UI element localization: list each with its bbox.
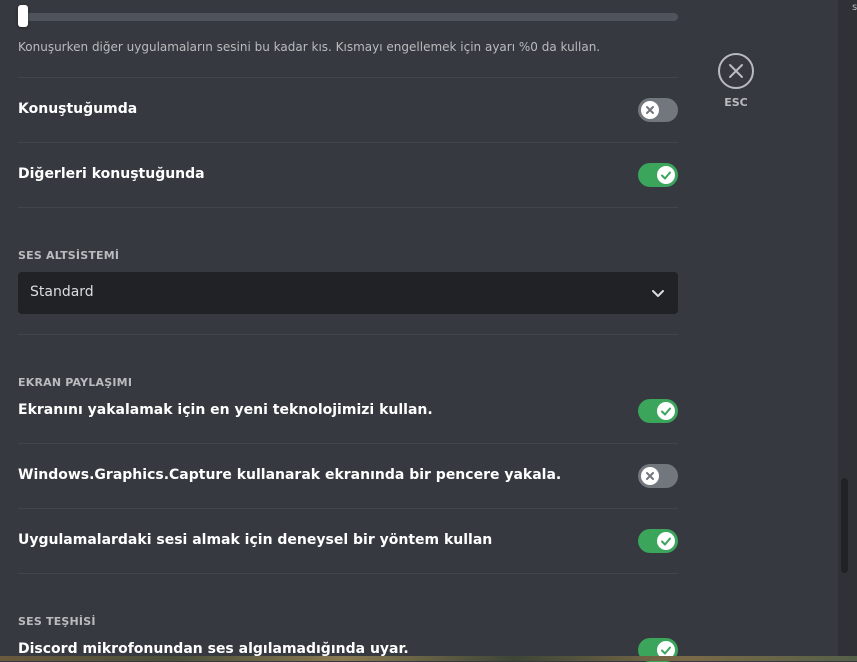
setting-label-experimental-app-audio: Uygulamalardaki sesi almak için deneysel… bbox=[18, 532, 493, 548]
edge-text: s bbox=[852, 2, 857, 13]
toggle-knob bbox=[641, 101, 659, 119]
ducking-note: Konuşurken diğer uygulamaların sesini bu… bbox=[18, 40, 601, 54]
divider bbox=[18, 508, 678, 509]
toggle-when-i-speak[interactable] bbox=[638, 98, 678, 122]
setting-label-mic-warning: Discord mikrofonundan ses algılamadığınd… bbox=[18, 641, 409, 657]
setting-label-latest-capture-tech: Ekranını yakalamak için en yeni teknoloj… bbox=[18, 402, 433, 418]
toggle-knob bbox=[641, 467, 659, 485]
esc-label: ESC bbox=[724, 96, 748, 109]
toggle-knob bbox=[657, 402, 675, 420]
setting-label-graphics-capture: Windows.Graphics.Capture kullanarak ekra… bbox=[18, 467, 562, 483]
close-icon bbox=[729, 64, 743, 78]
toggle-latest-capture-tech[interactable] bbox=[638, 399, 678, 423]
x-icon bbox=[646, 472, 654, 480]
close-button[interactable] bbox=[718, 53, 754, 89]
settings-content: Konuşurken diğer uygulamaların sesini bu… bbox=[0, 0, 700, 662]
toggle-knob bbox=[657, 166, 675, 184]
divider bbox=[18, 77, 678, 78]
background-strip bbox=[0, 656, 857, 661]
toggle-graphics-capture[interactable] bbox=[638, 464, 678, 488]
x-icon bbox=[646, 106, 654, 114]
toggle-knob bbox=[657, 532, 675, 550]
setting-label-when-others-speak: Diğerleri konuştuğunda bbox=[18, 166, 205, 182]
divider bbox=[18, 334, 678, 335]
scrollbar-thumb[interactable] bbox=[841, 478, 848, 573]
ducking-slider-handle[interactable] bbox=[18, 5, 28, 27]
divider bbox=[18, 443, 678, 444]
select-value: Standard bbox=[30, 284, 94, 300]
check-icon bbox=[661, 407, 671, 416]
section-title-audio-subsystem: SES ALTSİSTEMİ bbox=[18, 249, 120, 262]
toggle-experimental-app-audio[interactable] bbox=[638, 529, 678, 553]
check-icon bbox=[661, 171, 671, 180]
section-title-screen-share: EKRAN PAYLAŞIMI bbox=[18, 376, 133, 389]
ducking-slider-track[interactable] bbox=[18, 13, 678, 21]
audio-subsystem-select[interactable]: Standard bbox=[18, 272, 678, 314]
toggle-when-others-speak[interactable] bbox=[638, 163, 678, 187]
setting-label-when-i-speak: Konuştuğumda bbox=[18, 101, 138, 117]
divider bbox=[18, 142, 678, 143]
chevron-down-icon bbox=[652, 290, 664, 297]
divider bbox=[18, 573, 678, 574]
section-title-voice-diagnostics: SES TEŞHİSİ bbox=[18, 615, 96, 628]
check-icon bbox=[661, 537, 671, 546]
divider bbox=[18, 207, 678, 208]
